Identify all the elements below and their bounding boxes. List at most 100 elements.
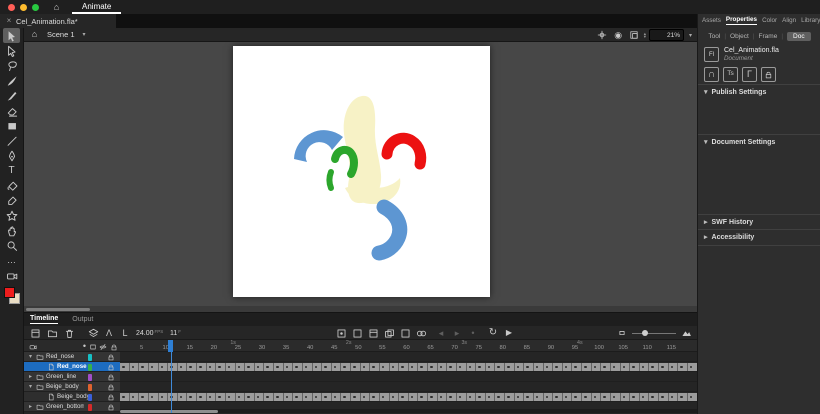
layer-name-cell[interactable]: Beige_body xyxy=(24,392,120,402)
keyframe-cell[interactable] xyxy=(129,392,140,401)
rectangle-tool[interactable] xyxy=(3,118,20,133)
advanced-layers-button[interactable] xyxy=(86,326,100,340)
keyframe-cell[interactable] xyxy=(379,392,390,401)
timeline-zoom-slider-knob[interactable] xyxy=(642,330,648,336)
keyframe-cell[interactable] xyxy=(572,392,582,401)
layer-frames[interactable] xyxy=(120,352,697,362)
text-tool[interactable]: T xyxy=(3,163,20,178)
folder-expand-icon[interactable]: ▸ xyxy=(27,373,34,380)
camera-button[interactable]: L xyxy=(118,326,132,340)
keyframe-cell[interactable] xyxy=(495,362,505,371)
center-stage-icon[interactable] xyxy=(596,29,609,42)
keyframe-cell[interactable] xyxy=(447,392,457,401)
pen-tool[interactable] xyxy=(3,148,20,163)
keyframe-cell[interactable] xyxy=(331,362,342,371)
layer-lock-icon[interactable] xyxy=(106,392,116,402)
keyframe-cell[interactable] xyxy=(582,362,592,371)
layer-lock-icon[interactable] xyxy=(106,352,116,362)
layer-outline-color-chip[interactable] xyxy=(88,393,92,401)
keyframe-cell[interactable] xyxy=(245,362,255,371)
layer-name-cell[interactable]: ▸ Green_line xyxy=(24,372,120,382)
stage[interactable] xyxy=(233,46,490,297)
keyframe-cell[interactable] xyxy=(620,362,631,371)
keyframe-cell[interactable] xyxy=(341,362,351,371)
timeline-tab-output[interactable]: Output xyxy=(72,316,93,323)
keyframe-cell[interactable] xyxy=(543,392,554,401)
close-window-icon[interactable] xyxy=(8,3,15,11)
fill-color-swatch[interactable] xyxy=(3,287,15,298)
keyframe-cell[interactable] xyxy=(418,362,428,371)
keyframe-cell[interactable] xyxy=(139,392,149,401)
keyframe-cell[interactable] xyxy=(254,392,265,401)
edit-multiple-frames-button[interactable] xyxy=(382,326,396,340)
keyframe-cell[interactable] xyxy=(505,392,515,401)
keyframe-cell[interactable] xyxy=(582,392,592,401)
scene-menu-chevron-icon[interactable]: ▾ xyxy=(81,31,88,38)
keyframe-cell[interactable] xyxy=(360,362,371,371)
insert-frame-button-2[interactable] xyxy=(366,326,380,340)
keyframe-cell[interactable] xyxy=(533,392,544,401)
timeline-layer-row[interactable]: Red_nose xyxy=(24,362,697,372)
fluid-brush-tool[interactable] xyxy=(3,73,20,88)
keyframe-cell[interactable] xyxy=(418,392,428,401)
classic-brush-tool[interactable] xyxy=(3,88,20,103)
keyframe-cell[interactable] xyxy=(331,392,342,401)
lasso-tool[interactable] xyxy=(3,58,20,73)
font-embedding-button[interactable]: Ts xyxy=(723,67,738,82)
keyframe-cell[interactable] xyxy=(283,392,294,401)
paint-bucket-tool[interactable] xyxy=(3,178,20,193)
keyframe-cell[interactable] xyxy=(678,392,688,401)
keyframe-cell[interactable] xyxy=(235,392,246,401)
current-frame-display[interactable]: 11 F xyxy=(170,326,181,340)
keyframe-cell[interactable] xyxy=(341,392,351,401)
asset-warp-tool[interactable] xyxy=(3,208,20,223)
keyframe-cell[interactable] xyxy=(148,362,159,371)
insert-blank-keyframe-button[interactable] xyxy=(350,326,364,340)
line-tool[interactable] xyxy=(3,133,20,148)
panel-tab-library[interactable]: Library xyxy=(801,17,820,24)
onion-skin-button[interactable] xyxy=(414,326,428,340)
keyframe-cell[interactable] xyxy=(254,362,265,371)
keyframe-cell[interactable] xyxy=(591,392,602,401)
keyframe-cell[interactable] xyxy=(312,362,323,371)
layer-lock-icon[interactable] xyxy=(106,382,116,392)
blue-arm-bottom-shape[interactable] xyxy=(371,199,408,261)
keyframe-cell[interactable] xyxy=(379,362,390,371)
scene-breadcrumb[interactable]: Scene 1 xyxy=(47,30,75,39)
keyframe-cell[interactable] xyxy=(177,392,188,401)
zoom-window-icon[interactable] xyxy=(32,3,39,11)
keyframe-cell[interactable] xyxy=(216,362,226,371)
keyframe-cell[interactable] xyxy=(206,392,217,401)
layer-name[interactable]: Red_nose xyxy=(57,363,87,370)
layer-name-cell[interactable]: ▾ Red_nose xyxy=(24,352,120,362)
keyframe-cell[interactable] xyxy=(264,362,274,371)
keyframe-cell[interactable] xyxy=(302,392,313,401)
keyframe-cell[interactable] xyxy=(476,392,486,401)
keyframe-cell[interactable] xyxy=(322,362,332,371)
keyframe-cell[interactable] xyxy=(312,392,323,401)
keyframe-cell[interactable] xyxy=(601,362,611,371)
keyframe-cell[interactable] xyxy=(129,362,140,371)
zoom-dropdown-chevron-icon[interactable]: ▾ xyxy=(687,32,694,39)
keyframe-cell[interactable] xyxy=(610,362,621,371)
keyframe-cell[interactable] xyxy=(620,392,631,401)
loop-button[interactable]: ↻ xyxy=(486,326,500,340)
keyframe-cell[interactable] xyxy=(514,392,525,401)
timeline-layer-row[interactable]: ▸ Green_line xyxy=(24,372,697,382)
keyframe-cell[interactable] xyxy=(225,392,236,401)
keyframe-cell[interactable] xyxy=(293,392,303,401)
play-button[interactable]: ▶ xyxy=(502,326,516,340)
folder-expand-icon[interactable]: ▸ xyxy=(27,403,34,410)
keyframe-cell[interactable] xyxy=(639,392,650,401)
document-tab[interactable]: × Cel_Animation.fla* xyxy=(0,14,116,28)
keyframe-cell[interactable] xyxy=(206,362,217,371)
rotate-view-icon[interactable]: ◉ xyxy=(612,29,625,42)
folder-collapse-icon[interactable]: ▾ xyxy=(27,383,34,390)
layer-outline-color-chip[interactable] xyxy=(88,373,92,381)
keyframe-cell[interactable] xyxy=(245,392,255,401)
layer-name-cell[interactable]: ▸ Green_bottom xyxy=(24,402,120,412)
keyframe-cell[interactable] xyxy=(485,362,496,371)
keyframe-cell[interactable] xyxy=(428,392,438,401)
panel-tab-properties[interactable]: Properties xyxy=(725,16,758,25)
keyframe-cell[interactable] xyxy=(495,392,505,401)
